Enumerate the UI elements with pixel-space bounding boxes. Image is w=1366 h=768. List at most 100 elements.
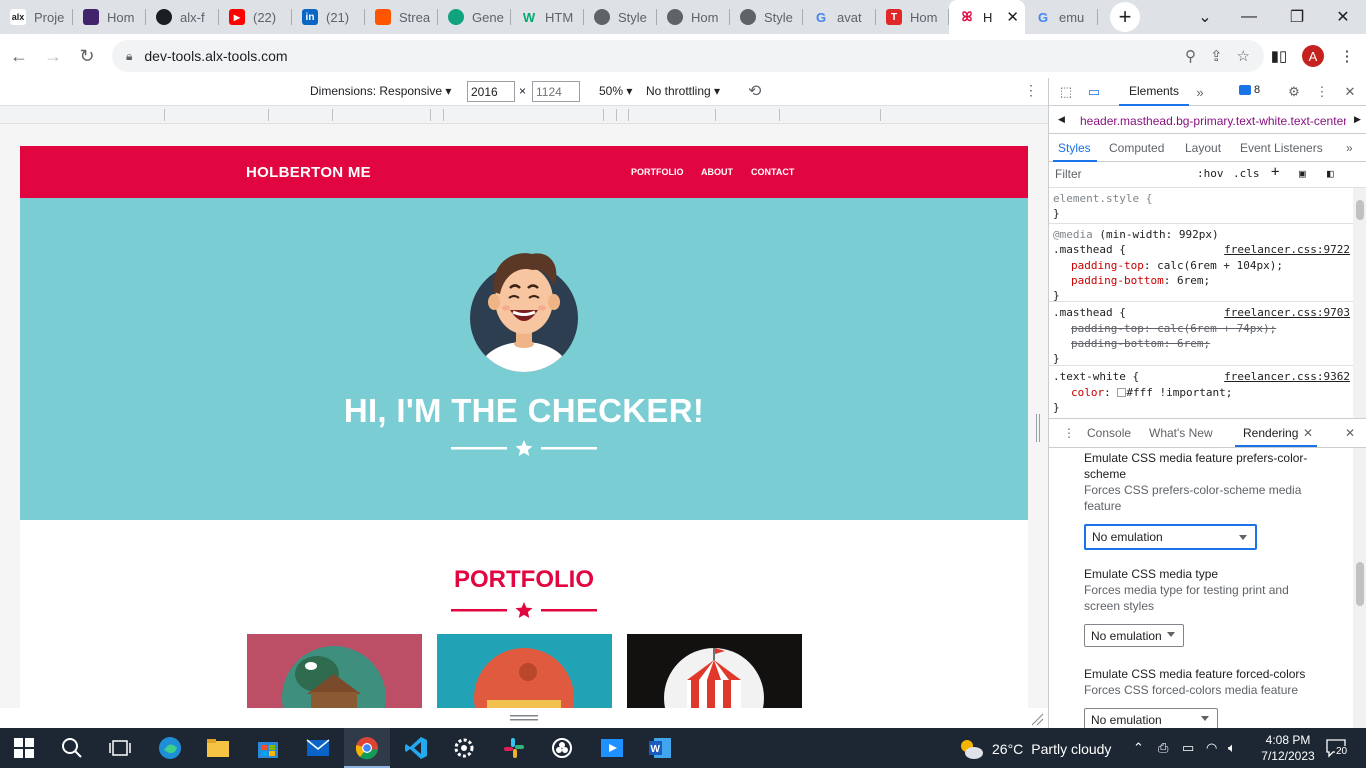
task-view-icon[interactable] <box>108 736 132 760</box>
edge-icon[interactable] <box>158 736 182 760</box>
source-link[interactable]: freelancer.css:9703 <box>1224 306 1350 319</box>
new-tab-button[interactable]: + <box>1110 2 1140 32</box>
browser-tab-active[interactable]: ꕤ H ✕ <box>949 0 1025 34</box>
word-icon[interactable]: W <box>648 736 672 760</box>
viewport-resize-handle[interactable] <box>510 715 538 721</box>
inspect-element-icon[interactable]: ⬚ <box>1057 83 1075 101</box>
notification-center-icon[interactable]: 20 <box>1325 738 1349 758</box>
file-explorer-icon[interactable] <box>206 736 230 760</box>
volume-icon[interactable]: 🔈︎ <box>1228 740 1236 756</box>
close-rendering-tab-icon[interactable]: ✕ <box>1303 426 1313 440</box>
more-subtabs-icon[interactable]: » <box>1346 141 1353 155</box>
profile-avatar[interactable]: A <box>1302 45 1324 67</box>
meet-now-icon[interactable]: ⎙ <box>1158 740 1168 756</box>
styles-filter-input[interactable]: Filter <box>1055 167 1082 181</box>
browser-tab[interactable]: Gene <box>438 0 511 34</box>
media-type-select[interactable]: No emulation <box>1084 624 1184 647</box>
sidebar-toggle-icon[interactable]: ◧ <box>1327 167 1334 180</box>
tab-elements[interactable]: Elements <box>1119 78 1189 106</box>
devtools-splitter[interactable] <box>1036 414 1040 442</box>
browser-tab[interactable]: Gemu <box>1025 0 1098 34</box>
tab-computed[interactable]: Computed <box>1109 141 1164 155</box>
portfolio-item-circus[interactable] <box>627 634 802 708</box>
close-drawer-icon[interactable]: ✕ <box>1345 426 1355 440</box>
tab-console[interactable]: Console <box>1087 426 1131 440</box>
back-button[interactable]: ← <box>2 39 36 73</box>
device-toolbar-menu-icon[interactable]: ⋮ <box>1024 82 1038 99</box>
url-text[interactable]: dev-tools.alx-tools.com <box>144 48 287 64</box>
browser-tab[interactable]: W HTM <box>511 0 584 34</box>
wifi-icon[interactable]: ◠ <box>1206 740 1217 756</box>
search-icon[interactable] <box>60 736 84 760</box>
obs-icon[interactable] <box>550 736 574 760</box>
hov-toggle[interactable]: :hov <box>1197 167 1224 180</box>
more-tabs-icon[interactable]: » <box>1191 83 1209 101</box>
store-icon[interactable] <box>256 736 280 760</box>
portfolio-item-cabin[interactable] <box>247 634 422 708</box>
close-window-button[interactable]: ✕ <box>1320 0 1366 34</box>
portfolio-item-cake[interactable] <box>437 634 612 708</box>
close-tab-icon[interactable]: ✕ <box>1006 8 1019 26</box>
rendering-scrollbar[interactable] <box>1353 448 1366 728</box>
browser-tab[interactable]: alx-f <box>146 0 219 34</box>
minimize-button[interactable]: — <box>1226 0 1272 34</box>
mail-icon[interactable] <box>306 736 330 760</box>
chrome-icon[interactable] <box>355 736 379 760</box>
forward-button[interactable]: → <box>36 39 70 73</box>
share-icon[interactable]: ⇪ <box>1210 47 1223 65</box>
browser-tab[interactable]: Style <box>730 0 803 34</box>
video-editor-icon[interactable] <box>600 736 624 760</box>
nav-link-contact[interactable]: CONTACT <box>751 167 794 177</box>
issues-badge[interactable]: 8 <box>1239 84 1260 96</box>
vscode-icon[interactable] <box>404 736 428 760</box>
forced-colors-select[interactable]: No emulation <box>1084 708 1218 728</box>
nav-link-about[interactable]: ABOUT <box>701 167 733 177</box>
settings-gear-icon[interactable] <box>452 736 476 760</box>
side-panel-icon[interactable]: ▮▯ <box>1266 43 1292 69</box>
browser-tab[interactable]: in (21) <box>292 0 365 34</box>
tab-styles[interactable]: Styles <box>1058 141 1091 155</box>
tab-event-listeners[interactable]: Event Listeners <box>1240 141 1323 155</box>
weather-widget[interactable]: 26°C Partly cloudy <box>958 738 1111 760</box>
settings-gear-icon[interactable]: ⚙ <box>1285 83 1303 101</box>
lock-icon[interactable]: 🔒︎ <box>126 49 132 64</box>
tray-chevron-up-icon[interactable]: ⌃ <box>1133 740 1144 756</box>
browser-menu-icon[interactable]: ⋮ <box>1334 43 1360 69</box>
cls-toggle[interactable]: .cls <box>1233 167 1260 180</box>
browser-tab[interactable]: T Hom <box>876 0 949 34</box>
browser-tab[interactable]: Strea <box>365 0 438 34</box>
viewport-corner-grip[interactable] <box>1030 712 1044 726</box>
source-link[interactable]: freelancer.css:9722 <box>1224 243 1350 256</box>
nav-link-portfolio[interactable]: PORTFOLIO <box>631 167 684 177</box>
breadcrumb-selector[interactable]: header.masthead.bg-primary.text-white.te… <box>1080 114 1346 128</box>
maximize-button[interactable]: ❐ <box>1274 0 1320 34</box>
prefers-color-scheme-select[interactable]: No emulation <box>1084 524 1257 550</box>
taskbar-clock[interactable]: 4:08 PM 7/12/2023 <box>1256 732 1320 764</box>
tab-whats-new[interactable]: What's New <box>1149 426 1213 440</box>
media-query-bar[interactable] <box>0 106 1048 124</box>
browser-tab[interactable]: ▶ (22) <box>219 0 292 34</box>
new-rule-plus-icon[interactable]: + <box>1271 164 1279 180</box>
close-devtools-icon[interactable]: ✕ <box>1341 83 1359 101</box>
browser-tab[interactable]: Style <box>584 0 657 34</box>
tab-search-chevron-icon[interactable]: ⌄ <box>1182 0 1228 34</box>
browser-tab[interactable]: Hom <box>657 0 730 34</box>
tab-layout[interactable]: Layout <box>1185 141 1221 155</box>
breadcrumb-left-arrow-icon[interactable]: ◀ <box>1058 114 1065 125</box>
source-link[interactable]: freelancer.css:9362 <box>1224 370 1350 383</box>
rotate-icon[interactable]: ⟲ <box>748 81 761 101</box>
browser-tab[interactable]: alx Proje <box>0 0 73 34</box>
throttling-dropdown[interactable]: No throttling ▾ <box>646 84 720 98</box>
address-bar[interactable]: 🔒︎ dev-tools.alx-tools.com ⚲ ⇪ ☆ <box>112 40 1264 72</box>
dimensions-dropdown[interactable]: Dimensions: Responsive ▾ <box>310 84 451 98</box>
slack-icon[interactable] <box>502 736 526 760</box>
windows-start-icon[interactable] <box>12 736 36 760</box>
browser-tab[interactable]: Hom <box>73 0 146 34</box>
bookmark-star-icon[interactable]: ☆ <box>1237 47 1250 65</box>
viewport-height-input[interactable] <box>532 81 580 102</box>
site-brand[interactable]: HOLBERTON ME <box>246 164 371 181</box>
drawer-menu-icon[interactable]: ⋮ <box>1063 426 1075 440</box>
devtools-menu-icon[interactable]: ⋮ <box>1313 83 1331 101</box>
battery-icon[interactable]: ▭ <box>1182 740 1194 756</box>
reload-button[interactable]: ↻ <box>70 39 104 73</box>
